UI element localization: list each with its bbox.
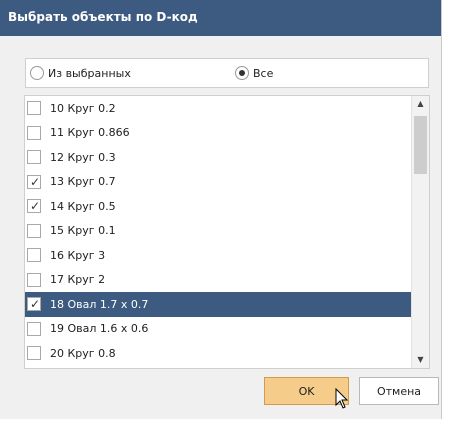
item-checkbox[interactable] [27,321,41,336]
mouse-cursor-icon [335,388,349,409]
item-checkbox[interactable] [27,101,41,116]
item-label: 11 Круг 0.866 [50,126,130,140]
dcode-list-item[interactable]: 15 Круг 0.1 [25,219,429,244]
select-by-dcode-dialog: Выбрать объекты по D-код Из выбранных Вс… [0,0,442,419]
scroll-up-arrow-icon[interactable]: ▲ [412,96,429,112]
dcode-list-item[interactable]: 12 Круг 0.3 [25,145,429,170]
item-checkbox[interactable] [27,248,41,263]
item-label: 19 Овал 1.6 x 0.6 [50,322,149,336]
checkmark-icon: ✓ [30,199,41,214]
item-checkbox[interactable]: ✓ [27,297,41,312]
scroll-down-arrow-icon[interactable]: ▼ [412,352,429,368]
checkmark-icon: ✓ [30,297,41,312]
dcode-rows: 10 Круг 0.2 11 Круг 0.866 12 Круг 0.3 ✓ 13 К… [25,96,429,366]
dcode-list-item[interactable]: ✓ 18 Овал 1.7 x 0.7 [25,292,429,317]
scrollbar-thumb[interactable] [414,116,427,174]
dcode-list-item[interactable]: ✓ 14 Круг 0.5 [25,194,429,219]
item-checkbox[interactable] [27,346,41,361]
radio-circle-checked [235,66,249,80]
item-label: 18 Овал 1.7 x 0.7 [50,297,149,311]
radio-label: Из выбранных [48,66,131,80]
item-label: 13 Круг 0.7 [50,175,116,189]
item-label: 10 Круг 0.2 [50,101,116,115]
item-label: 20 Круг 0.8 [50,346,116,360]
item-checkbox[interactable]: ✓ [27,199,41,214]
dcode-list-item[interactable]: 16 Круг 3 [25,243,429,268]
dcode-list-item[interactable]: 10 Круг 0.2 [25,96,429,121]
item-label: 14 Круг 0.5 [50,199,116,213]
item-checkbox[interactable] [27,272,41,287]
checkmark-icon: ✓ [30,174,41,189]
title-bar: Выбрать объекты по D-код [0,0,441,36]
radio-circle [30,66,44,80]
item-checkbox[interactable] [27,125,41,140]
dcode-list-item[interactable]: 20 Круг 0.8 [25,341,429,366]
radio-label: Все [253,66,274,80]
item-checkbox[interactable] [27,150,41,165]
item-checkbox[interactable] [27,223,41,238]
item-checkbox[interactable]: ✓ [27,174,41,189]
radio-all[interactable]: Все [235,59,273,87]
item-label: 12 Круг 0.3 [50,150,116,164]
dcode-list-item[interactable]: ✓ 13 Круг 0.7 [25,170,429,195]
dcode-list[interactable]: 10 Круг 0.2 11 Круг 0.866 12 Круг 0.3 ✓ 13 К… [24,95,430,369]
vertical-scrollbar[interactable]: ▲ ▼ [411,96,429,368]
dcode-list-item[interactable]: 17 Круг 2 [25,268,429,293]
radio-from-selected[interactable]: Из выбранных [30,59,131,87]
item-label: 15 Круг 0.1 [50,224,116,238]
cancel-button[interactable]: Отмена [359,377,439,405]
dcode-list-item[interactable]: 19 Овал 1.6 x 0.6 [25,317,429,342]
dcode-list-item[interactable]: 11 Круг 0.866 [25,121,429,146]
dialog-title: Выбрать объекты по D-код [8,10,198,24]
selection-scope-group: Из выбранных Все [25,58,429,88]
item-label: 16 Круг 3 [50,248,106,262]
item-label: 17 Круг 2 [50,273,106,287]
